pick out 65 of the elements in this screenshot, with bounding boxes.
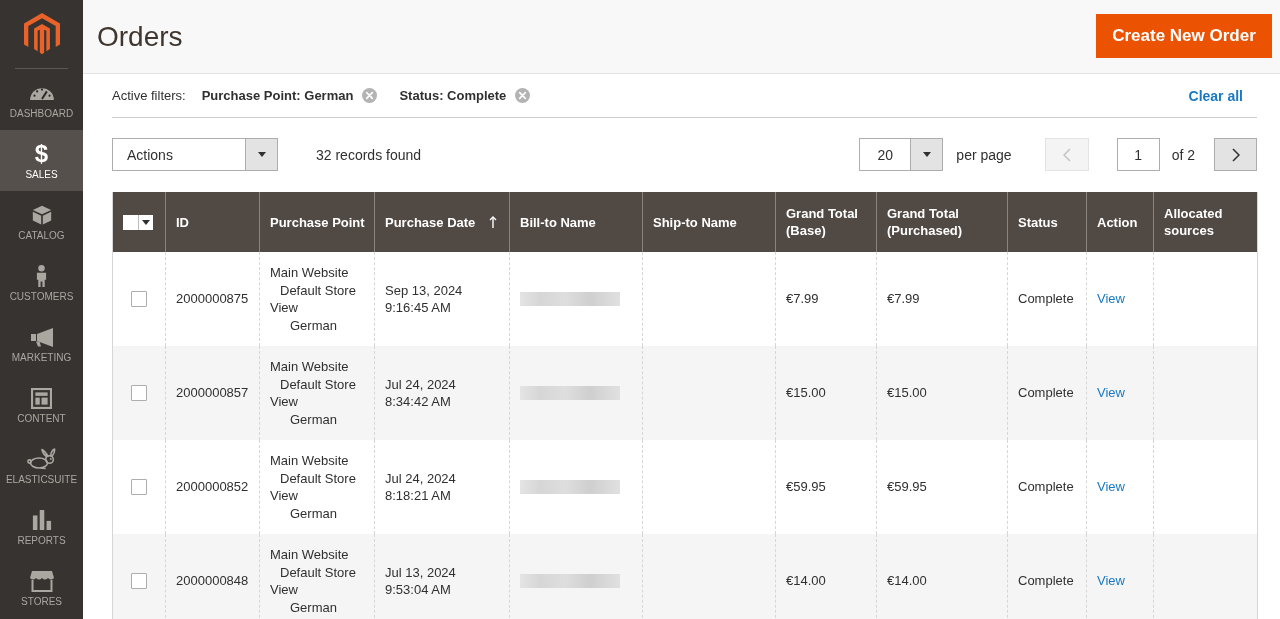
rabbit-icon	[26, 448, 57, 470]
sidebar-item[interactable]: $ SALES	[0, 130, 83, 191]
table-cell: Main Website Default Store View German	[259, 534, 375, 619]
column-header[interactable]: Grand Total (Purchased)	[876, 192, 1008, 252]
next-page-button[interactable]	[1214, 138, 1257, 171]
row-checkbox[interactable]	[131, 291, 147, 307]
caret-icon	[922, 152, 931, 157]
bar-chart-icon	[31, 510, 52, 530]
table-cell: Complete	[1007, 534, 1087, 619]
sidebar-item[interactable]: MARKETING	[0, 313, 83, 374]
table-cell: €14.00	[775, 534, 877, 619]
sidebar-item[interactable]: STORES	[0, 557, 83, 618]
view-link[interactable]: View	[1097, 479, 1125, 495]
create-order-button[interactable]: Create New Order	[1096, 14, 1272, 58]
chevron-left-icon	[1062, 147, 1071, 162]
page-title: Orders	[97, 20, 183, 53]
sidebar-item[interactable]: REPORTS	[0, 496, 83, 557]
table-cell: 2000000848	[165, 534, 260, 619]
table-cell: Jul 13, 2024 9:53:04 AM	[374, 534, 510, 619]
caret-icon	[257, 152, 266, 157]
dollar-icon: $	[34, 142, 49, 166]
mass-select-dropdown[interactable]	[123, 214, 153, 230]
close-icon[interactable]	[362, 88, 378, 103]
sidebar-item[interactable]: ELASTICSUITE	[0, 435, 83, 496]
filters-label: Active filters:	[112, 88, 186, 103]
active-filter: Purchase Point: German	[201, 88, 354, 103]
person-icon	[36, 265, 47, 287]
logo-icon[interactable]	[23, 13, 60, 55]
page-number-field[interactable]: 1	[1116, 138, 1160, 171]
sort-arrow-icon	[489, 216, 497, 228]
actions-select[interactable]: Actions	[112, 138, 278, 171]
column-header[interactable]: Grand Total (Base)	[775, 192, 877, 252]
view-link[interactable]: View	[1097, 291, 1125, 307]
megaphone-icon	[29, 327, 54, 347]
page-total: of 2	[1171, 146, 1195, 163]
row-checkbox[interactable]	[131, 385, 147, 401]
row-checkbox[interactable]	[131, 573, 147, 589]
sidebar-item[interactable]: DASHBOARD	[0, 69, 83, 130]
column-header[interactable]: Action	[1086, 192, 1154, 252]
sidebar-item[interactable]: CATALOG	[0, 191, 83, 252]
view-link[interactable]: View	[1097, 573, 1125, 589]
sidebar-item[interactable]: CONTENT	[0, 374, 83, 435]
records-count: 32 records found	[316, 146, 422, 163]
storefront-icon	[28, 570, 55, 592]
column-header[interactable]: Bill-to Name	[509, 192, 643, 252]
close-icon[interactable]	[515, 88, 531, 103]
layout-icon	[31, 387, 52, 409]
box-icon	[31, 205, 52, 225]
column-header[interactable]: Purchase Point	[259, 192, 375, 252]
view-link[interactable]: View	[1097, 385, 1125, 401]
caret-icon	[142, 219, 150, 225]
clear-all-link[interactable]: Clear all	[1188, 87, 1243, 104]
sidebar-item[interactable]: CUSTOMERS	[0, 252, 83, 313]
gauge-icon	[28, 86, 55, 100]
per-page-select[interactable]: 20	[859, 138, 944, 171]
column-header[interactable]: ID	[165, 192, 260, 252]
active-filter: Status: Complete	[399, 88, 507, 103]
row-checkbox[interactable]	[131, 479, 147, 495]
chevron-right-icon	[1231, 147, 1240, 162]
column-header[interactable]: Ship-to Name	[642, 192, 776, 252]
column-header[interactable]: Allocated sources	[1153, 192, 1258, 252]
column-header[interactable]: Purchase Date	[374, 192, 510, 252]
column-header[interactable]: Status	[1007, 192, 1087, 252]
per-page-label: per page	[956, 146, 1012, 163]
table-cell: €14.00	[876, 534, 1008, 619]
